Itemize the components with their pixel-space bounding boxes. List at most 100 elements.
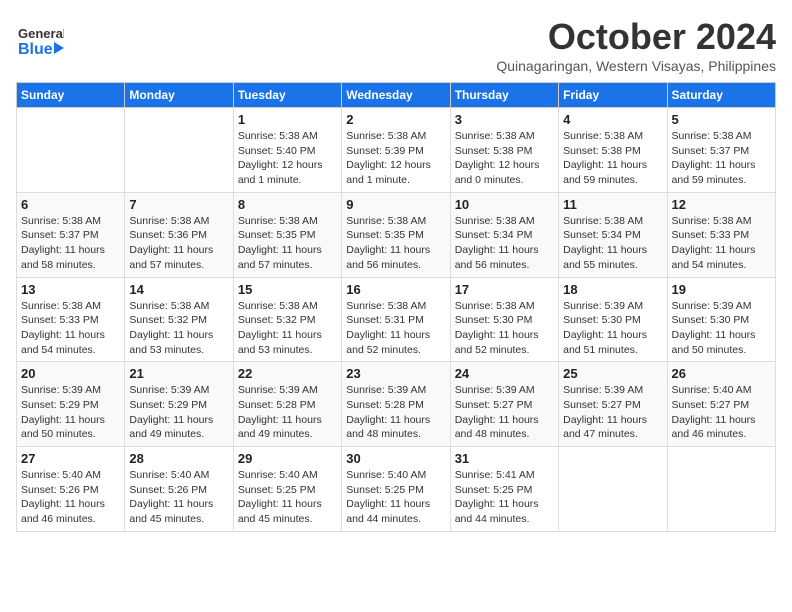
cell-date-number: 27	[21, 451, 120, 466]
cell-info: Sunrise: 5:38 AM Sunset: 5:37 PM Dayligh…	[21, 214, 120, 273]
cell-info: Sunrise: 5:39 AM Sunset: 5:29 PM Dayligh…	[129, 383, 228, 442]
cell-info: Sunrise: 5:39 AM Sunset: 5:27 PM Dayligh…	[563, 383, 662, 442]
calendar-cell: 23 Sunrise: 5:39 AM Sunset: 5:28 PM Dayli…	[342, 362, 450, 447]
location-subtitle: Quinagaringan, Western Visayas, Philippi…	[496, 58, 776, 74]
cell-info: Sunrise: 5:38 AM Sunset: 5:34 PM Dayligh…	[563, 214, 662, 273]
calendar-cell: 22 Sunrise: 5:39 AM Sunset: 5:28 PM Dayli…	[233, 362, 341, 447]
cell-info: Sunrise: 5:40 AM Sunset: 5:26 PM Dayligh…	[21, 468, 120, 527]
cell-date-number: 18	[563, 282, 662, 297]
day-header: Monday	[125, 83, 233, 108]
cell-date-number: 7	[129, 197, 228, 212]
svg-text:Blue: Blue	[18, 41, 53, 58]
cell-date-number: 28	[129, 451, 228, 466]
day-header: Friday	[559, 83, 667, 108]
calendar-cell: 30 Sunrise: 5:40 AM Sunset: 5:25 PM Dayli…	[342, 447, 450, 532]
calendar-cell: 1 Sunrise: 5:38 AM Sunset: 5:40 PM Daylig…	[233, 108, 341, 193]
cell-date-number: 23	[346, 366, 445, 381]
calendar-week-row: 6 Sunrise: 5:38 AM Sunset: 5:37 PM Daylig…	[17, 192, 776, 277]
calendar-cell: 17Sunrise: 5:38 AM Sunset: 5:30 PM Dayli…	[450, 277, 558, 362]
cell-info: Sunrise: 5:38 AM Sunset: 5:32 PM Dayligh…	[129, 299, 228, 358]
cell-info: Sunrise: 5:38 AM Sunset: 5:34 PM Dayligh…	[455, 214, 554, 273]
cell-date-number: 3	[455, 112, 554, 127]
calendar-cell: 20Sunrise: 5:39 AM Sunset: 5:29 PM Dayli…	[17, 362, 125, 447]
cell-info: Sunrise: 5:38 AM Sunset: 5:35 PM Dayligh…	[238, 214, 337, 273]
cell-date-number: 14	[129, 282, 228, 297]
cell-date-number: 13	[21, 282, 120, 297]
cell-date-number: 5	[672, 112, 771, 127]
calendar-cell: 5 Sunrise: 5:38 AM Sunset: 5:37 PM Daylig…	[667, 108, 775, 193]
cell-info: Sunrise: 5:38 AM Sunset: 5:32 PM Dayligh…	[238, 299, 337, 358]
calendar-week-row: 1 Sunrise: 5:38 AM Sunset: 5:40 PM Daylig…	[17, 108, 776, 193]
calendar-cell: 31 Sunrise: 5:41 AM Sunset: 5:25 PM Dayli…	[450, 447, 558, 532]
cell-date-number: 2	[346, 112, 445, 127]
page-header: General Blue October 2024 Quinagaringan,…	[16, 16, 776, 74]
cell-date-number: 21	[129, 366, 228, 381]
cell-date-number: 10	[455, 197, 554, 212]
calendar-cell: 9 Sunrise: 5:38 AM Sunset: 5:35 PM Daylig…	[342, 192, 450, 277]
cell-info: Sunrise: 5:40 AM Sunset: 5:26 PM Dayligh…	[129, 468, 228, 527]
cell-info: Sunrise: 5:38 AM Sunset: 5:36 PM Dayligh…	[129, 214, 228, 273]
cell-info: Sunrise: 5:39 AM Sunset: 5:27 PM Dayligh…	[455, 383, 554, 442]
cell-info: Sunrise: 5:38 AM Sunset: 5:30 PM Dayligh…	[455, 299, 554, 358]
cell-date-number: 25	[563, 366, 662, 381]
calendar-cell	[559, 447, 667, 532]
cell-info: Sunrise: 5:38 AM Sunset: 5:33 PM Dayligh…	[21, 299, 120, 358]
cell-info: Sunrise: 5:39 AM Sunset: 5:30 PM Dayligh…	[563, 299, 662, 358]
calendar-cell: 26Sunrise: 5:40 AM Sunset: 5:27 PM Dayli…	[667, 362, 775, 447]
calendar-cell: 15 Sunrise: 5:38 AM Sunset: 5:32 PM Dayli…	[233, 277, 341, 362]
cell-info: Sunrise: 5:38 AM Sunset: 5:38 PM Dayligh…	[455, 129, 554, 188]
logo-icon: General Blue	[16, 16, 64, 64]
calendar-cell	[125, 108, 233, 193]
cell-date-number: 15	[238, 282, 337, 297]
cell-date-number: 1	[238, 112, 337, 127]
calendar-cell: 28 Sunrise: 5:40 AM Sunset: 5:26 PM Dayli…	[125, 447, 233, 532]
cell-date-number: 11	[563, 197, 662, 212]
cell-info: Sunrise: 5:38 AM Sunset: 5:35 PM Dayligh…	[346, 214, 445, 273]
calendar-table: SundayMondayTuesdayWednesdayThursdayFrid…	[16, 82, 776, 532]
cell-date-number: 30	[346, 451, 445, 466]
cell-info: Sunrise: 5:38 AM Sunset: 5:38 PM Dayligh…	[563, 129, 662, 188]
svg-text:General: General	[18, 26, 64, 41]
day-header: Thursday	[450, 83, 558, 108]
cell-date-number: 9	[346, 197, 445, 212]
calendar-cell: 13 Sunrise: 5:38 AM Sunset: 5:33 PM Dayli…	[17, 277, 125, 362]
calendar-week-row: 20 Sunrise: 5:39 AM Sunset: 5:29 PM Dayli…	[17, 362, 776, 447]
cell-date-number: 6	[21, 197, 120, 212]
calendar-cell: 7 Sunrise: 5:38 AM Sunset: 5:36 PM Daylig…	[125, 192, 233, 277]
cell-date-number: 31	[455, 451, 554, 466]
calendar-week-row: 13 Sunrise: 5:38 AM Sunset: 5:33 PM Dayli…	[17, 277, 776, 362]
calendar-cell: 2Sunrise: 5:38 AM Sunset: 5:39 PM Daylig…	[342, 108, 450, 193]
cell-info: Sunrise: 5:38 AM Sunset: 5:37 PM Dayligh…	[672, 129, 771, 188]
cell-date-number: 24	[455, 366, 554, 381]
cell-date-number: 12	[672, 197, 771, 212]
calendar-body: 1 Sunrise: 5:38 AM Sunset: 5:40 PM Daylig…	[17, 108, 776, 532]
cell-info: Sunrise: 5:41 AM Sunset: 5:25 PM Dayligh…	[455, 468, 554, 527]
cell-date-number: 8	[238, 197, 337, 212]
calendar-cell: 4 Sunrise: 5:38 AM Sunset: 5:38 PM Daylig…	[559, 108, 667, 193]
cell-date-number: 4	[563, 112, 662, 127]
day-header: Wednesday	[342, 83, 450, 108]
title-area: October 2024 Quinagaringan, Western Visa…	[496, 16, 776, 74]
logo: General Blue	[16, 16, 64, 64]
calendar-cell: 12 Sunrise: 5:38 AM Sunset: 5:33 PM Dayli…	[667, 192, 775, 277]
calendar-cell: 18 Sunrise: 5:39 AM Sunset: 5:30 PM Dayli…	[559, 277, 667, 362]
cell-info: Sunrise: 5:39 AM Sunset: 5:28 PM Dayligh…	[346, 383, 445, 442]
cell-date-number: 20	[21, 366, 120, 381]
cell-date-number: 22	[238, 366, 337, 381]
cell-info: Sunrise: 5:38 AM Sunset: 5:40 PM Dayligh…	[238, 129, 337, 188]
cell-info: Sunrise: 5:38 AM Sunset: 5:33 PM Dayligh…	[672, 214, 771, 273]
cell-info: Sunrise: 5:40 AM Sunset: 5:25 PM Dayligh…	[346, 468, 445, 527]
calendar-header-row: SundayMondayTuesdayWednesdayThursdayFrid…	[17, 83, 776, 108]
calendar-cell: 29Sunrise: 5:40 AM Sunset: 5:25 PM Dayli…	[233, 447, 341, 532]
calendar-cell: 25 Sunrise: 5:39 AM Sunset: 5:27 PM Dayli…	[559, 362, 667, 447]
calendar-week-row: 27 Sunrise: 5:40 AM Sunset: 5:26 PM Dayli…	[17, 447, 776, 532]
cell-date-number: 16	[346, 282, 445, 297]
calendar-cell: 24 Sunrise: 5:39 AM Sunset: 5:27 PM Dayli…	[450, 362, 558, 447]
month-title: October 2024	[496, 16, 776, 58]
calendar-cell: 27 Sunrise: 5:40 AM Sunset: 5:26 PM Dayli…	[17, 447, 125, 532]
cell-date-number: 29	[238, 451, 337, 466]
day-header: Tuesday	[233, 83, 341, 108]
cell-info: Sunrise: 5:39 AM Sunset: 5:28 PM Dayligh…	[238, 383, 337, 442]
calendar-cell: 11 Sunrise: 5:38 AM Sunset: 5:34 PM Dayli…	[559, 192, 667, 277]
cell-info: Sunrise: 5:38 AM Sunset: 5:31 PM Dayligh…	[346, 299, 445, 358]
